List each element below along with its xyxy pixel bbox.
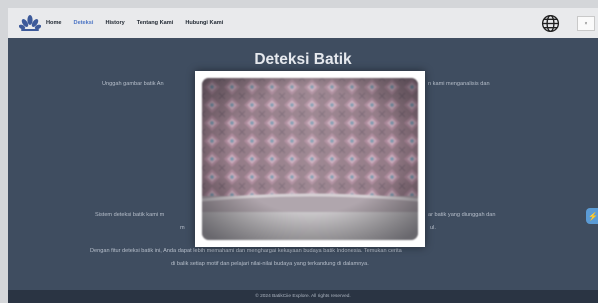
nav-home-link[interactable]: Home xyxy=(46,20,62,26)
closing-paragraph-line-2: di balik setiap motif dan pelajari nilai… xyxy=(171,261,369,267)
nav-hubungi-kami-link[interactable]: Hubungi Kami xyxy=(185,20,223,26)
lightning-icon: ⚡ xyxy=(588,211,598,221)
nav-tentang-kami-link[interactable]: Tentang Kami xyxy=(137,20,174,26)
footer: © 2024 BatikCiie Explore. All rights res… xyxy=(8,290,598,303)
intro-text-left: Unggah gambar batik An xyxy=(102,81,164,87)
description-text-right: ar batik yang diunggah dan xyxy=(428,212,496,218)
globe-icon[interactable] xyxy=(541,14,560,33)
description-text-left-2: m xyxy=(180,225,185,231)
language-dropdown-close-button[interactable]: × xyxy=(577,16,595,31)
nav-deteksi-link[interactable]: Deteksi xyxy=(74,20,94,26)
description-text-left: Sistem deteksi batik kami m xyxy=(95,212,165,218)
app-window: Home Deteksi History Tentang Kami Hubung… xyxy=(8,8,598,303)
copyright-text: © 2024 BatikCiie Explore. All rights res… xyxy=(255,294,351,299)
close-icon: × xyxy=(584,20,588,27)
top-navbar: Home Deteksi History Tentang Kami Hubung… xyxy=(8,8,598,38)
intro-text-right: n kami menganalisis dan xyxy=(428,81,490,87)
page-title: Deteksi Batik xyxy=(254,51,352,68)
description-text-right-2: ul. xyxy=(430,225,436,231)
camera-preview-modal xyxy=(195,71,425,247)
floating-side-button[interactable]: ⚡ xyxy=(586,208,598,224)
nav-links: Home Deteksi History Tentang Kami Hubung… xyxy=(46,8,235,38)
batik-flower-logo-icon[interactable] xyxy=(19,14,41,32)
nav-history-link[interactable]: History xyxy=(105,20,124,26)
batik-camera-preview-image[interactable] xyxy=(202,78,418,240)
closing-paragraph-line-1: Dengan fitur deteksi batik ini, Anda dap… xyxy=(90,248,402,254)
